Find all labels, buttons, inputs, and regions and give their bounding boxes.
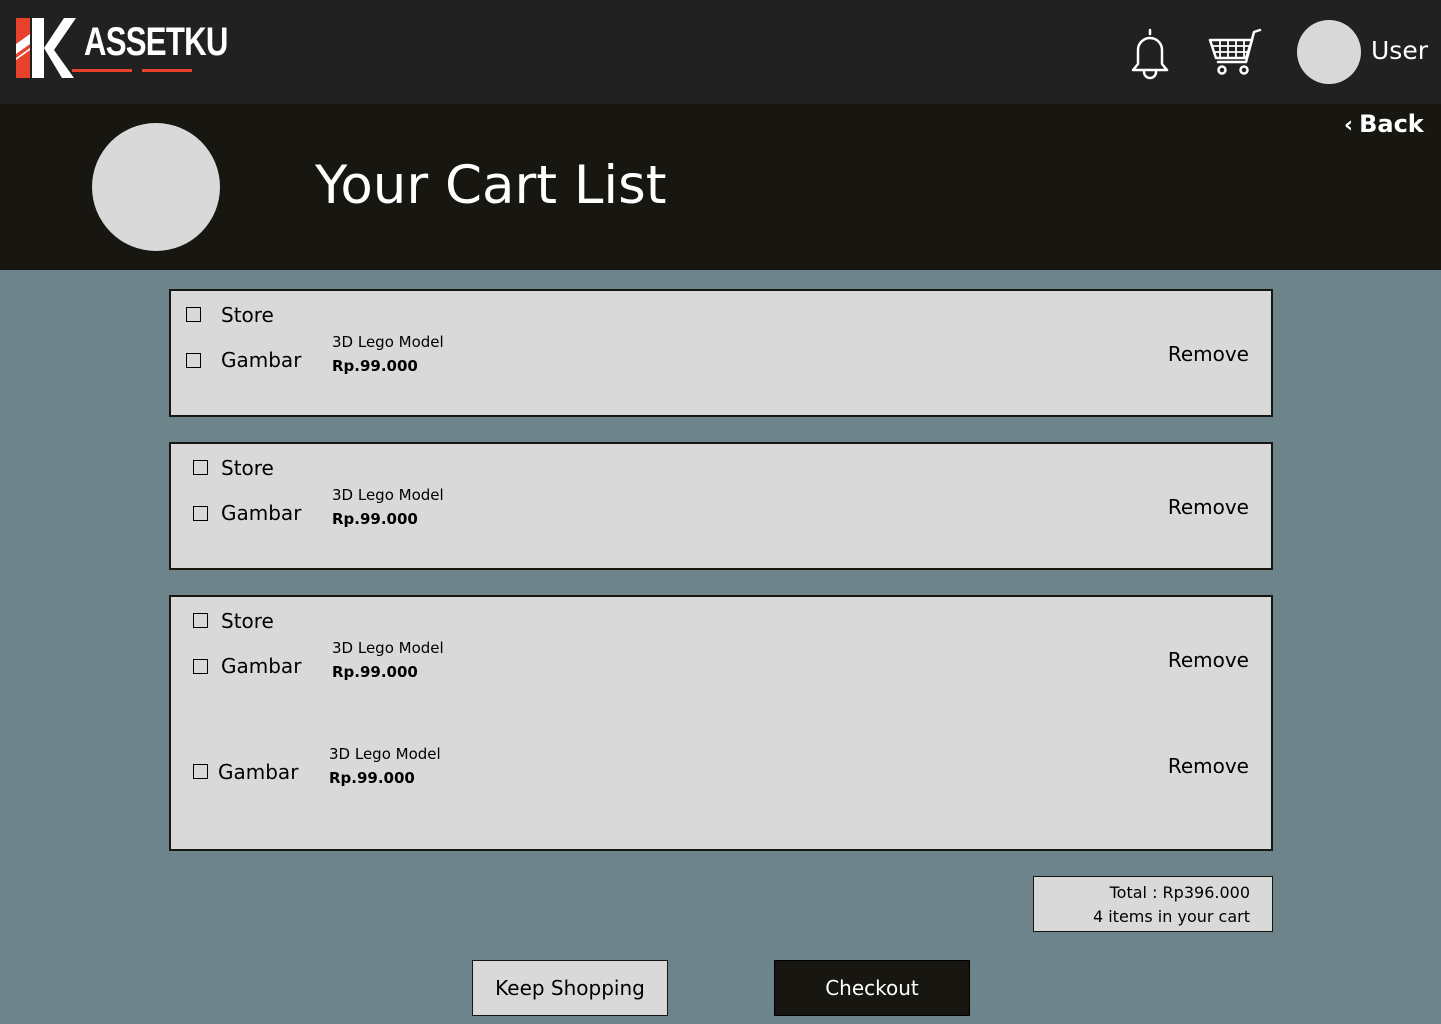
- back-label: Back: [1359, 110, 1424, 138]
- item-image-label: Gambar: [221, 348, 302, 372]
- item-price: Rp.99.000: [332, 663, 418, 681]
- store-checkbox[interactable]: [186, 307, 201, 322]
- item-checkbox[interactable]: [193, 659, 208, 674]
- logo-mark-icon: [16, 18, 76, 78]
- cart-store-group: Store Gambar 3D Lego Model Rp.99.000 Rem…: [169, 442, 1273, 570]
- remove-button[interactable]: Remove: [1168, 648, 1249, 672]
- user-avatar[interactable]: [1297, 20, 1361, 84]
- notification-bell-icon[interactable]: [1126, 26, 1174, 80]
- item-name: 3D Lego Model: [329, 745, 441, 763]
- keep-shopping-button[interactable]: Keep Shopping: [472, 960, 668, 1016]
- item-image-label: Gambar: [221, 501, 302, 525]
- top-navbar: ASSETKU User: [0, 0, 1441, 104]
- logo-text: ASSETKU: [84, 20, 228, 64]
- store-label: Store: [221, 609, 274, 633]
- page-header: Your Cart List ‹ Back: [0, 104, 1441, 270]
- cart-store-group: Store Gambar 3D Lego Model Rp.99.000 Rem…: [169, 595, 1273, 851]
- shopping-cart-icon[interactable]: [1206, 26, 1264, 78]
- chevron-left-icon: ‹: [1344, 113, 1354, 138]
- item-price: Rp.99.000: [329, 769, 415, 787]
- item-image-label: Gambar: [221, 654, 302, 678]
- item-price: Rp.99.000: [332, 510, 418, 528]
- item-checkbox[interactable]: [186, 353, 201, 368]
- store-checkbox[interactable]: [193, 460, 208, 475]
- cart-store-group: Store Gambar 3D Lego Model Rp.99.000 Rem…: [169, 289, 1273, 417]
- item-image-label: Gambar: [218, 760, 299, 784]
- remove-button[interactable]: Remove: [1168, 754, 1249, 778]
- kassetku-logo[interactable]: ASSETKU: [12, 14, 228, 84]
- cart-summary: Total : Rp396.000 4 items in your cart: [1033, 876, 1273, 932]
- item-name: 3D Lego Model: [332, 639, 444, 657]
- cart-total: Total : Rp396.000: [1109, 883, 1250, 902]
- item-checkbox[interactable]: [193, 506, 208, 521]
- checkout-button[interactable]: Checkout: [774, 960, 970, 1016]
- logo-underline: [72, 69, 192, 72]
- item-name: 3D Lego Model: [332, 486, 444, 504]
- store-checkbox[interactable]: [193, 613, 208, 628]
- remove-button[interactable]: Remove: [1168, 495, 1249, 519]
- page-title: Your Cart List: [315, 155, 667, 216]
- remove-button[interactable]: Remove: [1168, 342, 1249, 366]
- store-label: Store: [221, 456, 274, 480]
- item-price: Rp.99.000: [332, 357, 418, 375]
- item-checkbox[interactable]: [193, 764, 208, 779]
- back-link[interactable]: ‹ Back: [1344, 110, 1424, 138]
- store-label: Store: [221, 303, 274, 327]
- profile-avatar: [92, 123, 220, 251]
- user-name[interactable]: User: [1371, 36, 1428, 65]
- cart-item-count: 4 items in your cart: [1092, 907, 1250, 926]
- item-name: 3D Lego Model: [332, 333, 444, 351]
